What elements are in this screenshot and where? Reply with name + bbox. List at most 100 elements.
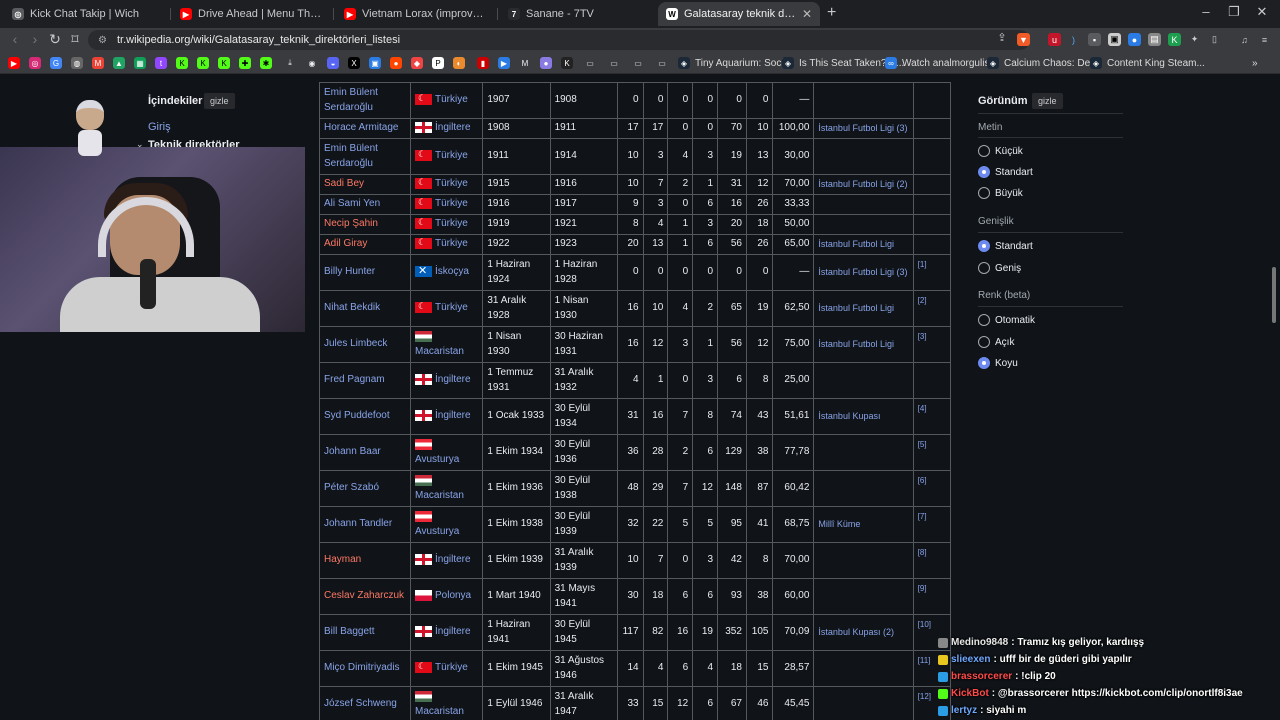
bookmark-analmorgulis[interactable]: ∞ Watch analmorgulis...: [885, 56, 998, 70]
tab-kick-chat[interactable]: ◎ Kick Chat Takip | Wich: [4, 2, 169, 26]
coach-name-link[interactable]: Nihat Bekdik: [319, 290, 411, 327]
radio-button[interactable]: [978, 145, 990, 157]
bookmark-calcium-chaos[interactable]: ◈ Calcium Chaos: Der...: [987, 56, 1101, 70]
country-link[interactable]: İskoçya: [435, 266, 469, 277]
bookmark-reddit[interactable]: ●: [390, 56, 407, 70]
text-size-large-option[interactable]: Büyük: [978, 187, 1023, 199]
site-info-icon[interactable]: ⚙: [98, 35, 107, 46]
country-link[interactable]: Türkiye: [435, 238, 468, 249]
titles-link[interactable]: [813, 470, 914, 507]
radio-button[interactable]: [978, 262, 990, 274]
sidebar-icon[interactable]: ▯: [1208, 33, 1221, 46]
country-link[interactable]: Türkiye: [435, 198, 468, 209]
bookmark-app[interactable]: ▣: [369, 56, 386, 70]
bookmark-gmail[interactable]: M: [92, 56, 109, 70]
width-wide-option[interactable]: Geniş: [978, 262, 1021, 274]
chat-username[interactable]: slieexen: [951, 654, 990, 665]
coach-name-link[interactable]: Johann Tandler: [319, 506, 411, 543]
ublock-icon[interactable]: u: [1048, 33, 1061, 46]
bookmark-app[interactable]: ◆: [411, 56, 428, 70]
coach-name-link[interactable]: Johann Baar: [319, 434, 411, 471]
country-link[interactable]: İngiltere: [435, 626, 471, 637]
reference-link[interactable]: [3]: [912, 326, 951, 363]
bookmark-discord[interactable]: ◒: [327, 56, 344, 70]
titles-link[interactable]: İstanbul Futbol Ligi: [813, 234, 914, 255]
bookmark-twitch[interactable]: t: [155, 56, 172, 70]
radio-button[interactable]: [978, 187, 990, 199]
bookmark-app[interactable]: ●: [540, 56, 557, 70]
width-standard-option[interactable]: Standart: [978, 240, 1033, 252]
titles-link[interactable]: [813, 82, 914, 119]
titles-link[interactable]: [813, 542, 914, 579]
coach-name-link[interactable]: Ceslav Zaharczuk: [319, 578, 411, 615]
country-link[interactable]: Macaristan: [415, 490, 464, 501]
coach-name-link[interactable]: Adil Giray: [319, 234, 411, 255]
tab-galatasaray-wiki[interactable]: W Galatasaray teknik direktörleri lis ✕: [658, 2, 820, 26]
close-window-button[interactable]: ✕: [1252, 4, 1272, 20]
coach-name-link[interactable]: Billy Hunter: [319, 254, 411, 291]
page-scrollbar[interactable]: [1270, 75, 1278, 720]
text-size-standard-option[interactable]: Standart: [978, 166, 1033, 178]
bookmark-puzzle[interactable]: ✚: [239, 56, 256, 70]
country-link[interactable]: Macaristan: [415, 706, 464, 717]
bookmark-drive[interactable]: ▲: [113, 56, 130, 70]
bookmark-x[interactable]: X: [348, 56, 365, 70]
bookmark-youtube[interactable]: ▶: [8, 56, 25, 70]
radio-button[interactable]: [978, 357, 990, 369]
coach-name-link[interactable]: Péter Szabó: [319, 470, 411, 507]
titles-link[interactable]: [813, 194, 914, 215]
back-button[interactable]: ‹: [6, 31, 24, 47]
titles-link[interactable]: İstanbul Kupası (2): [813, 614, 914, 651]
reference-link[interactable]: [912, 234, 951, 255]
toc-hide-button[interactable]: gizle: [204, 93, 235, 109]
titles-link[interactable]: [813, 650, 914, 687]
bookmark-folder[interactable]: ▭: [584, 56, 601, 70]
minimize-button[interactable]: –: [1196, 4, 1216, 19]
country-link[interactable]: İngiltere: [435, 554, 471, 565]
country-link[interactable]: Türkiye: [435, 178, 468, 189]
bookmark-globe[interactable]: ◍: [71, 56, 88, 70]
reference-link[interactable]: [9]: [912, 578, 951, 615]
extensions-puzzle-icon[interactable]: ✦: [1188, 33, 1201, 46]
extension-icon[interactable]: ●: [1128, 33, 1141, 46]
chat-username[interactable]: brassorcerer: [951, 671, 1012, 682]
extension-icon[interactable]: ▪: [1088, 33, 1101, 46]
country-link[interactable]: Macaristan: [415, 346, 464, 357]
coach-name-link[interactable]: Hayman: [319, 542, 411, 579]
bookmark-app[interactable]: M: [519, 56, 536, 70]
media-icon[interactable]: ♫: [1238, 33, 1251, 46]
more-bookmarks-button[interactable]: »: [1252, 56, 1258, 70]
titles-link[interactable]: [813, 138, 914, 175]
bookmark-sheets[interactable]: ▦: [134, 56, 151, 70]
bookmark-translate[interactable]: G: [50, 56, 67, 70]
bookmark-download[interactable]: ⤓: [284, 56, 301, 70]
bookmark-p[interactable]: P: [432, 56, 449, 70]
country-link[interactable]: İngiltere: [435, 410, 471, 421]
toc-item-intro[interactable]: Giriş: [148, 121, 171, 133]
radio-button[interactable]: [978, 166, 990, 178]
reference-link[interactable]: [912, 138, 951, 175]
scrollbar-thumb[interactable]: [1272, 267, 1276, 323]
country-link[interactable]: Avusturya: [415, 454, 459, 465]
bookmark-app[interactable]: ◉: [306, 56, 323, 70]
reference-link[interactable]: [912, 82, 951, 119]
reference-link[interactable]: [912, 194, 951, 215]
reference-link[interactable]: [6]: [912, 470, 951, 507]
close-icon[interactable]: ✕: [802, 7, 812, 21]
coach-name-link[interactable]: Necip Şahin: [319, 214, 411, 235]
reference-link[interactable]: [1]: [912, 254, 951, 291]
country-link[interactable]: Türkiye: [435, 662, 468, 673]
country-link[interactable]: Türkiye: [435, 302, 468, 313]
bookmark-play[interactable]: ▶: [498, 56, 515, 70]
tab-vietnam-lorax[interactable]: ▶ Vietnam Lorax (improved) - YouTube: [336, 2, 496, 26]
radio-button[interactable]: [978, 336, 990, 348]
bookmark-instagram[interactable]: ◎: [29, 56, 46, 70]
reload-button[interactable]: ↻: [46, 31, 64, 48]
bookmark-kick[interactable]: K: [218, 56, 235, 70]
coach-name-link[interactable]: Emin Bülent Serdaroğlu: [319, 82, 411, 119]
country-link[interactable]: Türkiye: [435, 150, 468, 161]
coach-name-link[interactable]: Bill Baggett: [319, 614, 411, 651]
titles-link[interactable]: [813, 434, 914, 471]
bookmark-kick[interactable]: K: [176, 56, 193, 70]
coach-name-link[interactable]: Fred Pagnam: [319, 362, 411, 399]
